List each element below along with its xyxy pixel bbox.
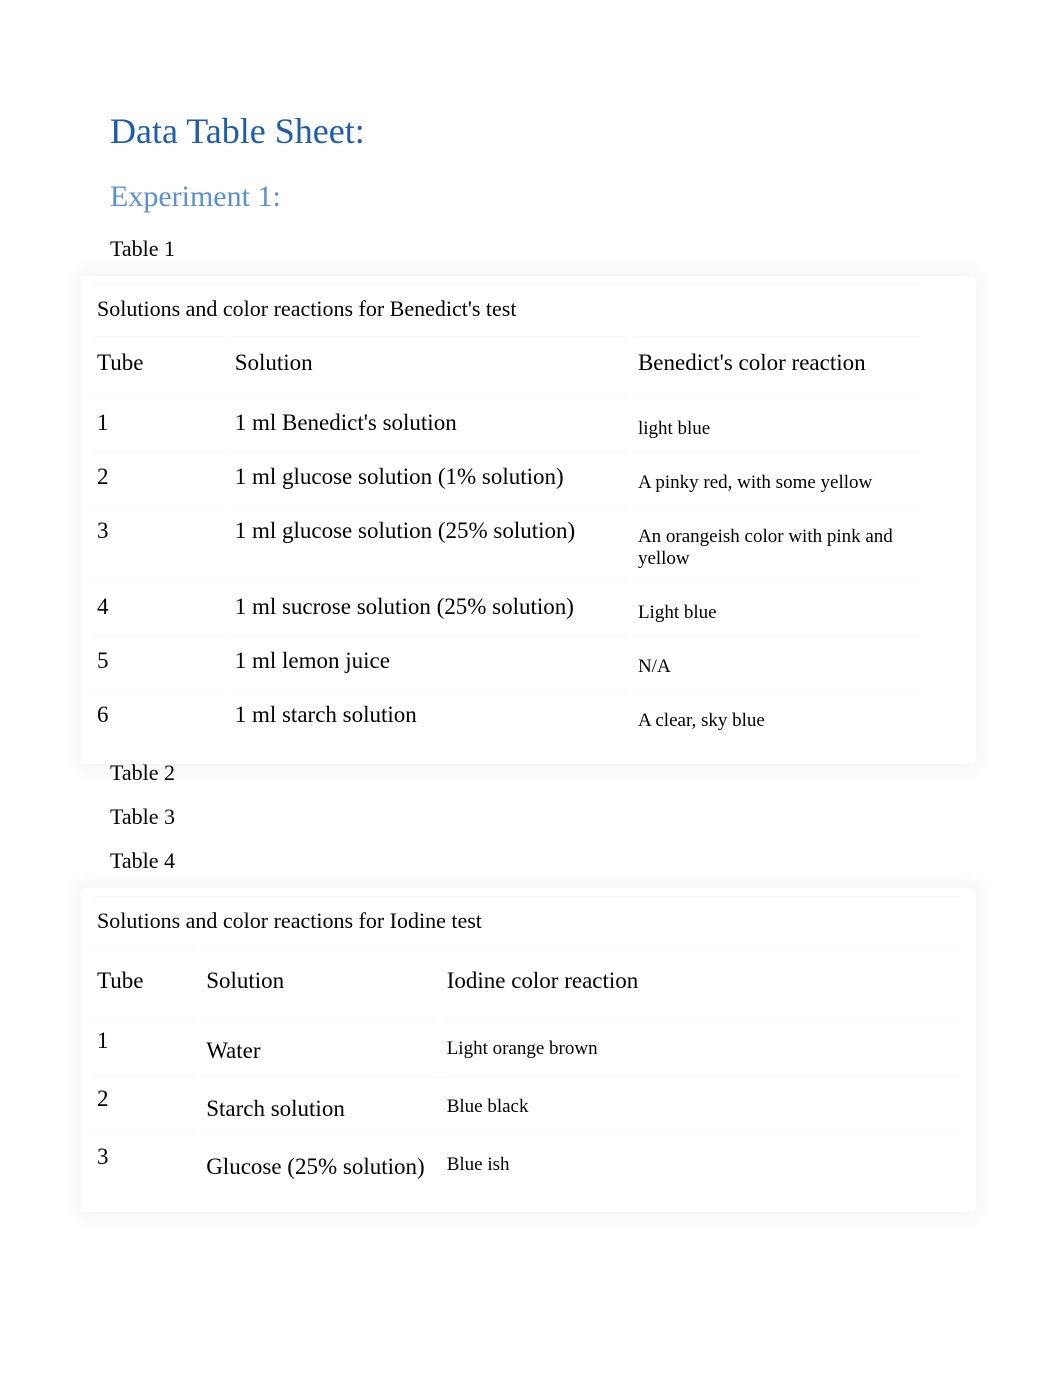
- tube-number: 3: [93, 1136, 196, 1190]
- solution-cell: 1 ml starch solution: [231, 692, 628, 742]
- reaction-cell: N/A: [634, 638, 921, 688]
- reaction-cell: Light blue: [634, 584, 921, 634]
- table1-label: Table 1: [110, 236, 972, 262]
- reaction-cell: Blue ish: [443, 1136, 961, 1190]
- table4-header-reaction: Iodine color reaction: [443, 952, 961, 1016]
- table4-header-solution: Solution: [202, 952, 437, 1016]
- experiment-heading: Experiment 1:: [110, 180, 972, 214]
- table1-header-reaction: Benedict's color reaction: [634, 338, 921, 396]
- table3-label: Table 3: [110, 804, 972, 830]
- table1-container: Solutions and color reactions for Benedi…: [85, 280, 972, 760]
- reaction-cell: light blue: [634, 400, 921, 450]
- solution-cell: 1 ml lemon juice: [231, 638, 628, 688]
- table-row: 6 1 ml starch solution A clear, sky blue: [93, 692, 921, 742]
- tube-number: 2: [93, 454, 225, 504]
- benedicts-table: Solutions and color reactions for Benedi…: [87, 282, 927, 746]
- table-row: 2 1 ml glucose solution (1% solution) A …: [93, 454, 921, 504]
- table4-caption: Solutions and color reactions for Iodine…: [93, 898, 961, 948]
- table-row: 4 1 ml sucrose solution (25% solution) L…: [93, 584, 921, 634]
- table1-header-tube: Tube: [93, 338, 225, 396]
- table-row: 2 Starch solution Blue black: [93, 1078, 961, 1132]
- reaction-cell: Light orange brown: [443, 1020, 961, 1074]
- page-title: Data Table Sheet:: [110, 110, 972, 152]
- table-row: 5 1 ml lemon juice N/A: [93, 638, 921, 688]
- table-row: 1 Water Light orange brown: [93, 1020, 961, 1074]
- solution-cell: 1 ml Benedict's solution: [231, 400, 628, 450]
- tube-number: 1: [93, 400, 225, 450]
- tube-number: 2: [93, 1078, 196, 1132]
- tube-number: 1: [93, 1020, 196, 1074]
- reaction-cell: An orangeish color with pink and yellow: [634, 508, 921, 580]
- solution-cell: 1 ml glucose solution (25% solution): [231, 508, 628, 580]
- reaction-cell: Blue black: [443, 1078, 961, 1132]
- table-row: 3 Glucose (25% solution) Blue ish: [93, 1136, 961, 1190]
- reaction-cell: A clear, sky blue: [634, 692, 921, 742]
- solution-cell: Glucose (25% solution): [202, 1136, 437, 1190]
- table-row: 1 1 ml Benedict's solution light blue: [93, 400, 921, 450]
- tube-number: 5: [93, 638, 225, 688]
- table4-header-tube: Tube: [93, 952, 196, 1016]
- reaction-cell: A pinky red, with some yellow: [634, 454, 921, 504]
- table4-container: Solutions and color reactions for Iodine…: [85, 892, 972, 1208]
- table-row: 3 1 ml glucose solution (25% solution) A…: [93, 508, 921, 580]
- document-content: Data Table Sheet: Experiment 1: Table 1 …: [90, 110, 972, 1208]
- solution-cell: 1 ml sucrose solution (25% solution): [231, 584, 628, 634]
- solution-cell: Starch solution: [202, 1078, 437, 1132]
- table4-label: Table 4: [110, 848, 972, 874]
- tube-number: 3: [93, 508, 225, 580]
- solution-cell: 1 ml glucose solution (1% solution): [231, 454, 628, 504]
- table1-header-solution: Solution: [231, 338, 628, 396]
- iodine-table: Solutions and color reactions for Iodine…: [87, 894, 967, 1194]
- table2-label: Table 2: [110, 760, 972, 786]
- tube-number: 4: [93, 584, 225, 634]
- table1-caption: Solutions and color reactions for Benedi…: [93, 286, 921, 334]
- solution-cell: Water: [202, 1020, 437, 1074]
- tube-number: 6: [93, 692, 225, 742]
